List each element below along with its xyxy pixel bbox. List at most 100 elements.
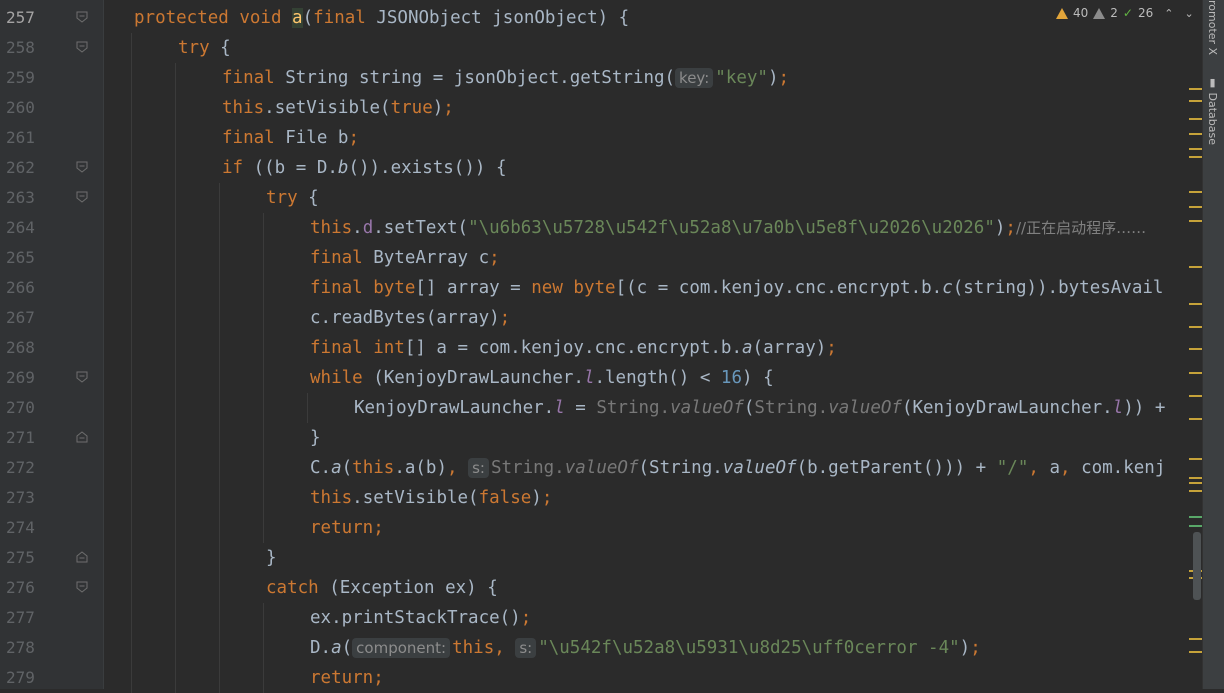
code-token: final: [222, 68, 286, 88]
code-line[interactable]: 268 final int[] a = com.kenjoy.cnc.encryp…: [0, 333, 1186, 363]
line-number: 275: [6, 548, 35, 567]
code-text[interactable]: final byte[] array = new byte[(c = com.k…: [310, 276, 1163, 300]
indent-guide: [263, 333, 264, 363]
code-text[interactable]: if ((b = D.b()).exists()) {: [222, 156, 507, 180]
fold-end-icon[interactable]: [76, 551, 88, 563]
vertical-scrollbar-thumb[interactable]: [1193, 532, 1201, 600]
code-text[interactable]: }: [310, 426, 321, 450]
inspection-widget[interactable]: 40 2 ✓ 26 ⌃ ⌄: [1056, 4, 1194, 22]
code-token: ;: [826, 338, 837, 358]
code-line[interactable]: 266 final byte[] array = new byte[(c = co…: [0, 273, 1186, 303]
error-stripe-mark[interactable]: [1189, 490, 1202, 492]
error-stripe-mark[interactable]: [1189, 516, 1202, 518]
code-text[interactable]: final int[] a = com.kenjoy.cnc.encrypt.b…: [310, 336, 837, 360]
code-text[interactable]: this.setVisible(true);: [222, 96, 454, 120]
tool-window-promoter[interactable]: romoter X: [1206, 0, 1219, 55]
code-line[interactable]: 261 final File b;: [0, 123, 1186, 153]
fold-start-icon[interactable]: [76, 161, 88, 173]
error-stripe-mark[interactable]: [1189, 482, 1202, 484]
fold-end-icon[interactable]: [76, 431, 88, 443]
error-stripe-mark[interactable]: [1189, 206, 1202, 208]
code-line[interactable]: 260 this.setVisible(true);: [0, 93, 1186, 123]
code-text[interactable]: catch (Exception ex) {: [266, 576, 498, 600]
error-stripe-mark[interactable]: [1189, 372, 1202, 374]
code-line[interactable]: 257 protected void a(final JSONObject jso…: [0, 3, 1186, 33]
error-stripe-mark[interactable]: [1189, 133, 1202, 135]
code-text[interactable]: ex.printStackTrace();: [310, 606, 531, 630]
code-token: ,: [1028, 458, 1050, 478]
code-text[interactable]: final File b;: [222, 126, 359, 150]
code-text[interactable]: try {: [178, 36, 231, 60]
code-line[interactable]: 273 this.setVisible(false);: [0, 483, 1186, 513]
code-text[interactable]: try {: [266, 186, 319, 210]
code-line[interactable]: 272 C.a(this.a(b), s: String.valueOf(Strin…: [0, 453, 1186, 483]
code-token: ): [994, 218, 1006, 238]
code-line[interactable]: 259 final String string = jsonObject.getS…: [0, 63, 1186, 93]
error-stripe-mark[interactable]: [1189, 418, 1202, 420]
fold-start-icon[interactable]: [76, 581, 88, 593]
error-stripe-mark[interactable]: [1189, 326, 1202, 328]
error-stripe-mark[interactable]: [1189, 100, 1202, 102]
code-text[interactable]: c.readBytes(array);: [310, 306, 510, 330]
error-stripe-mark[interactable]: [1189, 148, 1202, 150]
error-stripe-mark[interactable]: [1189, 156, 1202, 158]
error-stripe-mark[interactable]: [1189, 118, 1202, 120]
code-line[interactable]: 258 try {: [0, 33, 1186, 63]
indent-guide: [131, 183, 132, 213]
code-line[interactable]: 276 catch (Exception ex) {: [0, 573, 1186, 603]
code-line[interactable]: 265 final ByteArray c;: [0, 243, 1186, 273]
code-text[interactable]: final ByteArray c;: [310, 246, 500, 270]
error-stripe-mark[interactable]: [1189, 395, 1202, 397]
tool-window-database[interactable]: ▮ Database: [1206, 76, 1219, 145]
code-line[interactable]: 263 try {: [0, 183, 1186, 213]
line-number: 260: [6, 98, 35, 117]
code-token: =: [564, 398, 597, 418]
code-line[interactable]: 269 while (KenjoyDrawLauncher.l.length() …: [0, 363, 1186, 393]
line-number: 273: [6, 488, 35, 507]
code-text[interactable]: this.d.setText("\u6b63\u5728\u542f\u52a8…: [310, 216, 1146, 240]
fold-start-icon[interactable]: [76, 371, 88, 383]
error-stripe-mark[interactable]: [1189, 525, 1202, 527]
error-stripe-mark[interactable]: [1189, 638, 1202, 640]
chevron-up-icon[interactable]: ⌃: [1164, 7, 1173, 20]
code-line[interactable]: 271}: [0, 423, 1186, 453]
error-stripe-mark[interactable]: [1189, 266, 1202, 268]
error-stripe-mark[interactable]: [1189, 477, 1202, 479]
code-line[interactable]: 264 this.d.setText("\u6b63\u5728\u542f\u5…: [0, 213, 1186, 243]
code-token: )) +: [1123, 398, 1166, 418]
code-text[interactable]: while (KenjoyDrawLauncher.l.length() < 1…: [310, 366, 774, 390]
code-line[interactable]: 262 if ((b = D.b()).exists()) {: [0, 153, 1186, 183]
error-stripe-mark[interactable]: [1189, 220, 1202, 222]
error-stripe-mark[interactable]: [1189, 651, 1202, 653]
code-line[interactable]: 267 c.readBytes(array);: [0, 303, 1186, 333]
chevron-down-icon[interactable]: ⌄: [1184, 7, 1193, 20]
error-stripe-mark[interactable]: [1189, 191, 1202, 193]
code-text[interactable]: return;: [310, 516, 384, 540]
code-line[interactable]: 275}: [0, 543, 1186, 573]
code-editor[interactable]: 257 protected void a(final JSONObject jso…: [0, 0, 1186, 693]
code-text[interactable]: this.setVisible(false);: [310, 486, 552, 510]
fold-start-icon[interactable]: [76, 191, 88, 203]
code-line[interactable]: 270 KenjoyDrawLauncher.l = String.valueOf…: [0, 393, 1186, 423]
code-text[interactable]: KenjoyDrawLauncher.l = String.valueOf(St…: [354, 396, 1165, 420]
line-number: 267: [6, 308, 35, 327]
fold-start-icon[interactable]: [76, 11, 88, 23]
code-text[interactable]: protected void a(final JSONObject jsonOb…: [134, 6, 629, 30]
code-line[interactable]: 277 ex.printStackTrace();: [0, 603, 1186, 633]
error-stripe-mark[interactable]: [1189, 303, 1202, 305]
indent-guide: [131, 633, 132, 663]
code-text[interactable]: }: [266, 546, 277, 570]
code-line[interactable]: 274 return;: [0, 513, 1186, 543]
code-text[interactable]: return;: [310, 666, 384, 690]
error-stripe-mark[interactable]: [1189, 348, 1202, 350]
code-token: (: [743, 398, 755, 418]
code-token: .setText(: [373, 218, 469, 238]
code-text[interactable]: final String string = jsonObject.getStri…: [222, 66, 789, 90]
error-stripe-mark[interactable]: [1189, 458, 1202, 460]
code-text[interactable]: D.a(component: this, s: "\u542f\u52a8\u593…: [310, 636, 981, 660]
code-line[interactable]: 278 D.a(component: this, s: "\u542f\u52a8\u…: [0, 633, 1186, 663]
fold-start-icon[interactable]: [76, 41, 88, 53]
error-stripe-mark[interactable]: [1189, 88, 1202, 90]
code-text[interactable]: C.a(this.a(b), s: String.valueOf(String.v…: [310, 456, 1165, 480]
code-token: (string)).bytesAvail: [952, 278, 1164, 298]
